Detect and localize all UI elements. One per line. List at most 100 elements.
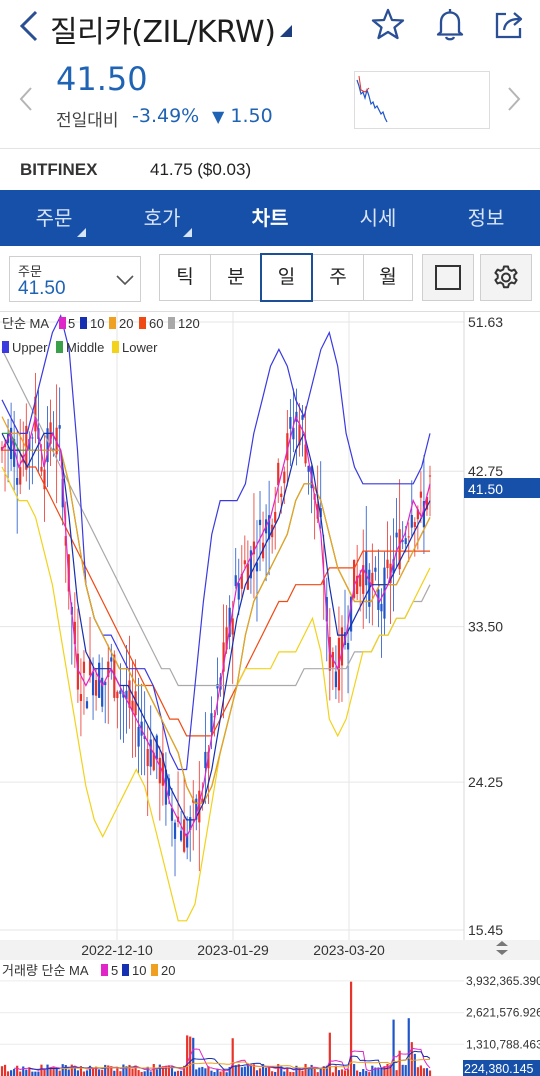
volume-bar: [152, 1064, 155, 1076]
candle-body: [243, 560, 246, 565]
period-day[interactable]: 일: [260, 253, 313, 302]
candle-body: [204, 751, 207, 769]
bell-icon[interactable]: [432, 6, 468, 42]
back-icon[interactable]: [14, 6, 44, 46]
candle-body: [110, 657, 113, 662]
next-coin-icon[interactable]: [506, 86, 522, 116]
volume-bar: [55, 1069, 58, 1076]
chart-area[interactable]: 51.63 42.75 33.50 24.25 15.45 41.50 단순 MA 5 …: [0, 312, 540, 1076]
order-select[interactable]: 주문 41.50: [9, 256, 141, 302]
tab-orderbook[interactable]: 호가: [108, 190, 216, 246]
price-axis: 51.63 42.75 33.50 24.25 15.45: [468, 314, 503, 938]
candle-body: [58, 425, 61, 429]
exchange-row: BITFINEX 41.75 ($0.03): [0, 148, 540, 190]
chart-grid: [0, 312, 464, 1045]
page-title[interactable]: 질리카(ZIL/KRW): [50, 7, 276, 51]
volume-bar: [137, 1070, 140, 1076]
period-selector: 틱 분 일 주 월: [159, 253, 413, 302]
volume-bar: [82, 1071, 86, 1076]
volume-bar: [58, 1070, 61, 1076]
legend-bb-lower: Lower: [122, 340, 158, 355]
tab-info[interactable]: 정보: [432, 190, 540, 246]
volume-axis: 3,932,365.390 2,621,576.926 1,310,788.463: [466, 974, 540, 1051]
candle-body: [31, 437, 34, 439]
y-tick-label: 24.25: [468, 774, 503, 790]
volume-tick-label: 1,310,788.463: [466, 1037, 540, 1051]
change-label: 전일대비: [56, 111, 119, 131]
volume-bar: [255, 1070, 259, 1076]
volume-tick-label: 3,932,365.390: [466, 974, 540, 988]
volume-bar: [356, 1070, 359, 1076]
x-tick-label: 2022-12-10: [81, 942, 153, 958]
dropdown-caret-icon[interactable]: [280, 22, 292, 41]
candle-body: [40, 466, 43, 472]
star-icon[interactable]: [370, 6, 406, 42]
volume-bar: [219, 1071, 222, 1076]
volume-bar: [37, 1071, 40, 1076]
candle-body: [274, 511, 277, 523]
volume-bar: [289, 1071, 292, 1076]
legend-ma120: 120: [178, 316, 200, 331]
volume-bar: [353, 1064, 356, 1076]
volume-bar: [225, 1072, 228, 1076]
period-week[interactable]: 주: [313, 255, 364, 300]
volume-bar: [67, 1069, 70, 1076]
chart-toolbar: 주문 41.50 틱 분 일 주 월: [0, 246, 540, 312]
tab-quotes[interactable]: 시세: [324, 190, 432, 246]
candle-body: [19, 467, 22, 485]
candle-body: [365, 550, 368, 586]
volume-bar: [362, 1069, 365, 1076]
volume-bar: [392, 1019, 395, 1076]
volume-legend: 거래량 단순 MA 5 10 20: [2, 963, 175, 978]
volume-bar: [249, 1064, 253, 1076]
volume-bar: [155, 1069, 158, 1076]
app-header: 질리카(ZIL/KRW): [0, 0, 540, 52]
volume-bar: [101, 1069, 104, 1076]
candle-body: [149, 739, 152, 767]
prev-coin-icon[interactable]: [18, 86, 34, 116]
legend-ma10: 10: [90, 316, 104, 331]
period-month[interactable]: 월: [364, 255, 412, 300]
candle-body: [334, 671, 338, 688]
candle-body: [158, 757, 161, 784]
sparkline[interactable]: [354, 71, 490, 129]
candle-body: [146, 749, 149, 767]
candle-body: [404, 538, 407, 545]
volume-bar: [122, 1064, 125, 1076]
candle-body: [258, 519, 262, 526]
candle-body: [413, 522, 416, 527]
volume-bar: [179, 1070, 183, 1076]
volume-bar: [25, 1069, 28, 1076]
period-minute[interactable]: 분: [211, 255, 262, 300]
gear-icon: [494, 265, 518, 289]
period-tick[interactable]: 틱: [160, 255, 211, 300]
candle-body: [410, 514, 413, 528]
volume-bar: [425, 1068, 429, 1076]
volume-bar: [264, 1067, 268, 1076]
volume-bar: [331, 1072, 334, 1076]
volume-bar: [274, 1071, 277, 1076]
share-icon[interactable]: [492, 6, 528, 42]
candle-body: [137, 726, 140, 747]
volume-bar: [313, 1067, 316, 1076]
settings-button[interactable]: [480, 254, 532, 301]
volume-bar: [407, 1018, 410, 1076]
tab-order[interactable]: 주문: [0, 190, 108, 246]
volume-bar: [0, 1066, 4, 1076]
order-select-value: 41.50: [18, 278, 66, 299]
volume-bar: [143, 1071, 146, 1076]
y-tick-label: 42.75: [468, 463, 503, 479]
current-price: 41.50: [56, 60, 148, 98]
volume-bar: [204, 1068, 207, 1076]
tab-chart[interactable]: 차트: [216, 190, 324, 246]
chevron-down-icon: [116, 271, 134, 290]
volume-bar: [186, 1035, 189, 1076]
volume-bar: [210, 1070, 213, 1076]
down-arrow-icon: ▼: [212, 107, 225, 126]
volume-bar: [64, 1065, 67, 1076]
volume-bar: [410, 1042, 413, 1076]
fullscreen-button[interactable]: [422, 254, 474, 301]
volume-bar: [3, 1064, 7, 1076]
volume-ma-lines: [14, 1047, 431, 1072]
y-tick-label: 15.45: [468, 922, 503, 938]
